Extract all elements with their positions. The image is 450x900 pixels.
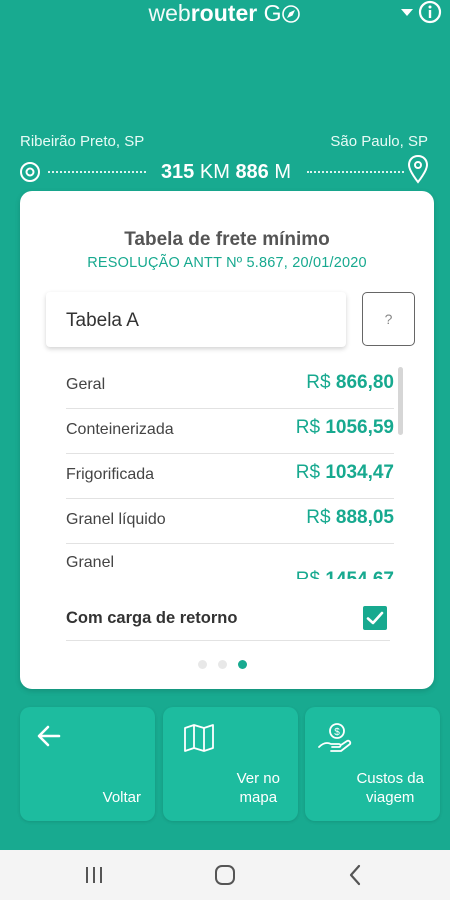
recents-icon[interactable] xyxy=(82,863,106,887)
route-labels: Ribeirão Preto, SP São Paulo, SP xyxy=(0,133,450,153)
brand-router: router xyxy=(190,0,258,26)
table-row: Granel R$ 1454,67 xyxy=(66,544,394,579)
card-subtitle: RESOLUÇÃO ANTT Nº 5.867, 20/01/2020 xyxy=(87,255,367,271)
return-load-label: Com carga de retorno xyxy=(66,609,238,627)
svg-text:$: $ xyxy=(334,727,340,738)
route-dots-right xyxy=(307,171,404,173)
table-row: Geral R$ 866,80 xyxy=(66,364,394,409)
row-price: R$ 1056,59 xyxy=(295,417,394,438)
table-row: Granel líquido R$ 888,05 xyxy=(66,499,394,544)
arrow-left-icon xyxy=(37,725,61,747)
costs-button[interactable]: $ Custos da viagem xyxy=(305,707,440,821)
brand-web: web xyxy=(148,0,191,26)
back-label: Voltar xyxy=(102,789,141,806)
distance-km-value: 315 xyxy=(160,161,195,183)
route-destination: São Paulo, SP xyxy=(330,133,428,150)
compass-icon xyxy=(282,5,301,23)
row-price: R$ 1454,67 xyxy=(296,569,394,579)
brand-go: G xyxy=(263,0,282,26)
return-load-row[interactable]: Com carga de retorno xyxy=(66,595,390,641)
back-button[interactable]: Voltar xyxy=(20,707,155,821)
map-icon xyxy=(184,724,214,752)
route-line: 315 KM 886 M xyxy=(0,154,450,188)
map-pin-icon xyxy=(407,154,429,184)
home-icon[interactable] xyxy=(213,863,237,887)
table-row: Conteinerizada R$ 1056,59 xyxy=(66,409,394,454)
row-name: Frigorificada xyxy=(66,466,155,483)
origin-target-icon xyxy=(20,162,40,182)
scrollbar[interactable] xyxy=(398,367,403,435)
app-screen: webrouter G Ribeirão Preto, SP São Paulo… xyxy=(0,0,450,850)
costs-label: Custos da viagem xyxy=(356,770,424,806)
pager-dot[interactable] xyxy=(238,660,247,669)
row-price: R$ 866,80 xyxy=(306,372,394,393)
route-dots-left xyxy=(48,171,146,173)
row-name: Granel líquido xyxy=(66,511,166,528)
info-icon[interactable] xyxy=(418,0,442,24)
caret-down-icon[interactable] xyxy=(400,5,414,19)
freight-card: Tabela de frete mínimo RESOLUÇÃO ANTT Nº… xyxy=(20,191,434,689)
distance-m-value: 886 xyxy=(235,161,269,183)
row-name: Conteinerizada xyxy=(66,421,174,438)
map-button[interactable]: Ver no mapa xyxy=(163,707,298,821)
row-name: Geral xyxy=(66,376,106,393)
help-button[interactable]: ? xyxy=(362,292,415,346)
check-icon xyxy=(366,611,384,625)
distance-km-unit: KM xyxy=(199,161,230,183)
card-title: Tabela de frete mínimo xyxy=(124,229,330,250)
return-load-checkbox[interactable] xyxy=(363,606,387,630)
system-navigation-bar xyxy=(0,850,450,900)
row-name: Granel xyxy=(66,554,115,571)
table-row: Frigorificada R$ 1034,47 xyxy=(66,454,394,499)
pager-dot[interactable] xyxy=(218,660,227,669)
freight-rows[interactable]: Geral R$ 866,80 Conteinerizada R$ 1056,5… xyxy=(66,364,394,579)
row-price: R$ 1034,47 xyxy=(295,462,394,483)
page-indicator xyxy=(198,660,258,670)
back-icon[interactable] xyxy=(344,863,368,887)
hand-coin-icon: $ xyxy=(318,723,352,752)
brand-logo: webrouter G xyxy=(0,0,450,30)
route-distance: 315 KM 886 M xyxy=(146,158,306,186)
map-label: Ver no mapa xyxy=(236,770,280,806)
table-select[interactable]: Tabela A xyxy=(46,292,346,347)
pager-dot[interactable] xyxy=(198,660,207,669)
bottom-actions: Voltar Ver no mapa $ Custos da viagem xyxy=(20,707,450,822)
distance-m-unit: M xyxy=(274,161,292,183)
row-price: R$ 888,05 xyxy=(306,507,394,528)
route-origin: Ribeirão Preto, SP xyxy=(20,133,145,150)
